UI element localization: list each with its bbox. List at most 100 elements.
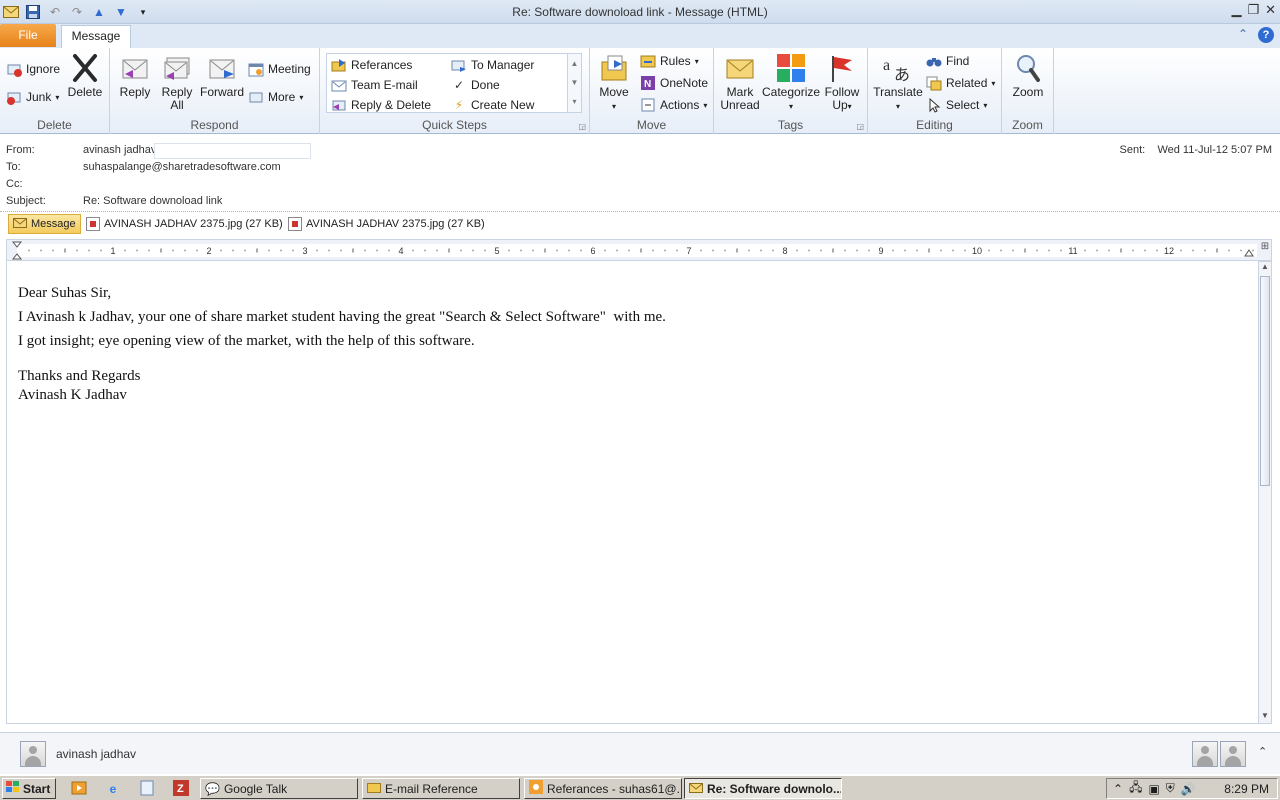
move-button[interactable]: Move ▾ — [596, 52, 632, 113]
cursor-icon — [926, 97, 942, 113]
notepad-icon[interactable] — [138, 780, 156, 798]
ribbon: Ignore Junk ▾ Delete Delete Reply Reply A… — [0, 48, 1280, 134]
from-value[interactable]: avinash jadhav — [83, 144, 156, 156]
minimize-ribbon-icon[interactable]: ⌃ — [1238, 27, 1248, 43]
ruler-number: 8 — [782, 246, 787, 256]
quickstep-done[interactable]: ✓ Done — [451, 76, 500, 94]
avatar[interactable] — [20, 741, 46, 767]
quick-steps-gallery: Referances To Manager Team E-mail ✓ Done… — [326, 53, 582, 113]
envelope-icon — [689, 782, 703, 796]
related-button[interactable]: Related ▾ — [926, 74, 995, 92]
checkmark-icon: ✓ — [453, 78, 465, 92]
delete-button[interactable]: Delete — [66, 52, 104, 99]
scroll-thumb[interactable] — [1260, 276, 1270, 486]
scroll-up-icon[interactable]: ▲ — [1260, 262, 1270, 274]
translate-button[interactable]: aあ Translate ▾ — [872, 52, 924, 113]
sent-value: Wed 11-Jul-12 5:07 PM — [1157, 144, 1272, 156]
start-button[interactable]: Start — [2, 778, 56, 799]
quickstep-team-email[interactable]: Team E-mail — [331, 76, 418, 94]
message-text: Dear Suhas Sir, I Avinash k Jadhav, your… — [18, 281, 666, 405]
ignore-button[interactable]: Ignore — [6, 60, 60, 78]
move-group: Move ▾ Rules ▾ N OneNote Actions ▾ Move — [590, 48, 714, 134]
sent-info: Sent: Wed 11-Jul-12 5:07 PM — [1119, 144, 1272, 156]
window-controls: ▁ ❐ ✕ — [1231, 2, 1276, 18]
reply-button[interactable]: Reply — [118, 52, 152, 99]
meeting-button[interactable]: Meeting — [248, 60, 311, 78]
reply-all-button[interactable]: Reply All — [158, 52, 196, 112]
to-value[interactable]: suhaspalange@sharetradesoftware.com — [83, 161, 281, 173]
svg-text:N: N — [644, 79, 651, 90]
quickstep-referances[interactable]: Referances — [331, 56, 412, 74]
ruler-toggle-icon[interactable]: ⊞ — [1259, 241, 1271, 259]
attachment-item[interactable]: AVINASH JADHAV 2375.jpg (27 KB) — [86, 214, 283, 234]
attachment-item[interactable]: AVINASH JADHAV 2375.jpg (27 KB) — [288, 214, 485, 234]
message-body[interactable]: Dear Suhas Sir, I Avinash k Jadhav, your… — [6, 261, 1258, 724]
ruler-number: 6 — [590, 246, 595, 256]
browser-icon[interactable]: e — [104, 780, 122, 798]
reply-icon — [122, 59, 148, 79]
zoom-group: Zoom Zoom — [1002, 48, 1054, 134]
arrow-mail-icon — [451, 57, 467, 73]
dialog-launcher-icon[interactable]: ◲ — [856, 122, 864, 131]
expand-people-pane-icon[interactable]: ⌃ — [1258, 745, 1267, 758]
taskbar: Start e Z 💬 Google Talk E-mail Reference… — [0, 775, 1280, 800]
dialog-launcher-icon[interactable]: ◲ — [578, 122, 586, 131]
device-icon[interactable]: ▣ — [1148, 782, 1159, 796]
people-pane: avinash jadhav ⌃ — [0, 732, 1280, 774]
find-button[interactable]: Find — [926, 52, 969, 70]
clock[interactable]: 8:29 PM — [1224, 782, 1269, 796]
ignore-icon — [6, 61, 22, 77]
volume-icon[interactable]: 🔊 — [1181, 782, 1196, 796]
scroll-down-icon[interactable]: ▼ — [1260, 711, 1270, 723]
mark-unread-icon — [726, 59, 754, 79]
quickstep-reply-delete[interactable]: Reply & Delete — [331, 96, 431, 114]
move-folder-icon — [601, 55, 627, 81]
rules-button[interactable]: Rules ▾ — [640, 52, 699, 70]
help-icon[interactable]: ? — [1258, 27, 1274, 43]
ruler-number: 7 — [686, 246, 691, 256]
actions-button[interactable]: Actions ▾ — [640, 96, 707, 114]
tab-message[interactable]: Message — [61, 25, 131, 48]
quickstep-to-manager[interactable]: To Manager — [451, 56, 534, 74]
signature-line: Avinash K Jadhav — [18, 387, 127, 403]
taskbar-item-current-message[interactable]: Re: Software downolo... — [684, 778, 842, 799]
more-button[interactable]: More ▾ — [248, 88, 303, 106]
tab-file[interactable]: File — [0, 24, 56, 47]
filezilla-icon[interactable]: Z — [172, 780, 190, 798]
svg-text:Z: Z — [177, 783, 184, 795]
reply-all-icon — [164, 57, 190, 80]
minimize-icon[interactable]: ▁ — [1231, 2, 1241, 18]
taskbar-item-email-reference[interactable]: E-mail Reference — [362, 778, 520, 799]
follow-up-button[interactable]: Follow Up▾ — [822, 52, 862, 113]
ruler-number: 4 — [398, 246, 403, 256]
zoom-button[interactable]: Zoom — [1008, 52, 1048, 99]
forward-button[interactable]: Forward — [200, 52, 244, 99]
flag-icon — [832, 56, 852, 82]
quick-steps-scroll[interactable]: ▲ ▼ ▾ — [567, 54, 581, 112]
tray-expand-icon[interactable]: ⌃ — [1113, 782, 1123, 796]
categorize-button[interactable]: Categorize ▾ — [762, 52, 820, 113]
close-icon[interactable]: ✕ — [1265, 2, 1276, 18]
select-button[interactable]: Select ▾ — [926, 96, 987, 114]
restore-icon[interactable]: ❐ — [1247, 2, 1259, 18]
taskbar-item-referances[interactable]: Referances - suhas61@... — [524, 778, 682, 799]
taskbar-item-google-talk[interactable]: 💬 Google Talk — [200, 778, 358, 799]
actions-icon — [640, 97, 656, 113]
svg-text:a: a — [883, 57, 890, 74]
junk-button[interactable]: Junk ▾ — [6, 88, 59, 106]
avatar[interactable] — [1220, 741, 1246, 767]
vertical-scrollbar[interactable]: ▲ ▼ — [1258, 261, 1272, 724]
ribbon-tabs: File Message ⌃ ? — [0, 24, 1280, 48]
people-pane-name[interactable]: avinash jadhav — [56, 747, 136, 761]
greeting-line: Dear Suhas Sir, — [18, 285, 112, 301]
from-field-box — [154, 143, 311, 159]
media-player-icon[interactable] — [70, 780, 88, 798]
mark-unread-button[interactable]: Mark Unread — [720, 52, 760, 112]
binoculars-icon — [926, 53, 942, 69]
network-icon[interactable]: 🖧 — [1129, 778, 1142, 799]
avatar[interactable] — [1192, 741, 1218, 767]
security-icon[interactable]: ⛨ — [1166, 781, 1175, 796]
quickstep-create-new[interactable]: ⚡ Create New — [451, 96, 535, 114]
onenote-button[interactable]: N OneNote — [640, 74, 708, 92]
message-view-tab[interactable]: Message — [8, 214, 81, 234]
